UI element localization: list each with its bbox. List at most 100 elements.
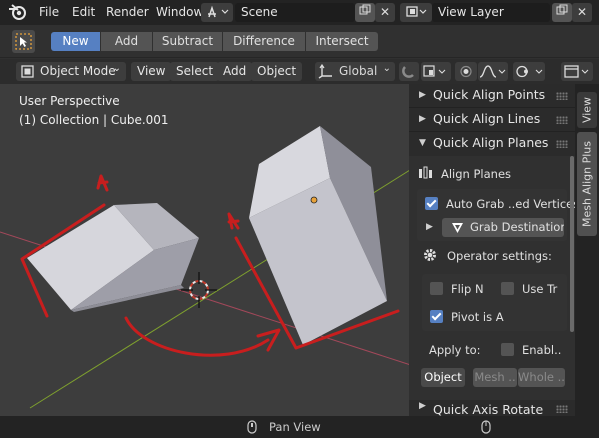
proportional-edit-icon: [460, 65, 472, 78]
mouse-middle-icon: [247, 420, 257, 434]
apply-object-button[interactable]: Object: [421, 368, 465, 387]
tab-mesh-align-plus[interactable]: Mesh Align Plus: [577, 132, 597, 236]
chevron-right-icon: ▶: [419, 90, 426, 100]
align-planes-icon: [419, 166, 432, 179]
grab-destination-button[interactable]: Grab Destination: [442, 218, 564, 237]
enable-label: Enabl..: [522, 343, 562, 357]
viewport-perspective-label: User Perspective: [19, 94, 120, 108]
tab-view[interactable]: View: [577, 92, 597, 128]
3d-cursor-icon[interactable]: [181, 272, 217, 308]
falloff-curve-icon: [479, 65, 506, 78]
use-tr-label: Use Tr: [522, 282, 558, 296]
view-layer-name-field[interactable]: View Layer: [432, 3, 550, 22]
select-tool-button[interactable]: [12, 30, 35, 53]
pivot-point-button[interactable]: [399, 62, 419, 81]
view-menu[interactable]: View: [131, 62, 172, 81]
mode-add-button[interactable]: Add: [101, 32, 152, 51]
magnet-icon: [402, 66, 414, 78]
quick-axis-rotate-header[interactable]: ▶ Quick Axis Rotate: [409, 400, 575, 417]
use-tr-checkbox[interactable]: [501, 282, 514, 295]
display-mode-dropdown[interactable]: [561, 62, 593, 81]
chevron-down-icon: ⌄: [112, 63, 121, 74]
menu-edit[interactable]: Edit: [72, 5, 95, 19]
panel-title: Quick Axis Rotate: [433, 402, 544, 417]
sidebar-scrollbar[interactable]: [570, 156, 574, 332]
mode-new-button[interactable]: New: [51, 32, 100, 51]
editor-type-icon: [564, 65, 589, 78]
apply-mesh-button[interactable]: Mesh ..: [473, 368, 517, 387]
transform-orientation-label: Global: [339, 64, 378, 78]
panel-title: Quick Align Lines: [433, 111, 541, 126]
new-scene-button[interactable]: [355, 3, 375, 22]
flip-n-label: Flip N: [451, 282, 484, 296]
view-layer-icon: [406, 6, 427, 17]
flip-n-checkbox[interactable]: [430, 282, 443, 295]
object-origin-dot: [310, 196, 318, 204]
drag-handle-icon[interactable]: [556, 116, 568, 124]
falloff-dropdown[interactable]: [478, 62, 508, 81]
status-hint: Pan View: [269, 420, 321, 434]
apply-whole-button[interactable]: Whole ..: [518, 368, 565, 387]
close-icon: ✕: [379, 5, 391, 19]
panel-quick-align-points[interactable]: ▶ Quick Align Points: [409, 84, 575, 108]
select-box-icon: [15, 33, 32, 50]
chevron-down-icon: ▼: [419, 138, 426, 148]
select-menu[interactable]: Select: [170, 62, 220, 81]
sidebar-tabs: View Mesh Align Plus: [575, 84, 599, 416]
snapping-dropdown[interactable]: [421, 62, 451, 81]
object-menu[interactable]: Object: [251, 62, 303, 81]
view-layer-selector-button[interactable]: [400, 3, 432, 22]
proportional-editing-button[interactable]: [455, 62, 477, 81]
new-view-layer-button[interactable]: [552, 3, 572, 22]
blender-logo-icon[interactable]: [7, 3, 27, 21]
mouse-icon: [481, 420, 491, 434]
drag-handle-icon[interactable]: [556, 405, 568, 413]
panel-quick-align-planes[interactable]: ▼ Quick Align Planes: [409, 132, 575, 156]
scene-icon: [208, 5, 229, 18]
snap-increment-icon: [423, 65, 446, 77]
drag-handle-icon[interactable]: [556, 140, 568, 148]
scene-selector-button[interactable]: [201, 3, 233, 22]
panel-title: Quick Align Planes: [433, 135, 549, 150]
gear-icon: [424, 249, 436, 261]
duplicate-icon: [359, 4, 371, 15]
top-bar: File Edit Render Window Scene ✕ View Lay…: [0, 0, 599, 25]
grab-triangle-icon: [452, 223, 463, 233]
mode-intersect-button[interactable]: Intersect: [306, 32, 378, 51]
delete-scene-button[interactable]: ✕: [375, 3, 395, 22]
auto-grab-label: Auto Grab ..ed Vertices: [446, 197, 580, 211]
add-menu[interactable]: Add: [217, 62, 253, 81]
sidebar-panel: ▶ Quick Align Points ▶ Quick Align Lines…: [409, 84, 579, 417]
object-mode-icon: [21, 65, 34, 78]
object-mode-label: Object Mode: [40, 64, 116, 78]
pivot-is-a-label: Pivot is A: [451, 310, 504, 324]
drag-handle-icon[interactable]: [556, 92, 568, 100]
left-cube[interactable]: [27, 203, 199, 312]
chevron-right-icon[interactable]: ▶: [426, 222, 433, 232]
mode-subtract-button[interactable]: Subtract: [153, 32, 222, 51]
scene-name-field[interactable]: Scene: [235, 3, 355, 22]
chevron-right-icon: ▶: [419, 114, 426, 124]
right-cube[interactable]: [249, 126, 387, 345]
mode-difference-button[interactable]: Difference: [223, 32, 305, 51]
axis-orientation-icon: [318, 64, 332, 79]
transform-orientation-dropdown[interactable]: Global ⌄: [315, 62, 395, 81]
duplicate-icon: [556, 4, 568, 15]
menu-render[interactable]: Render: [106, 5, 149, 19]
grab-destination-label: Grab Destination: [470, 220, 564, 234]
object-mode-dropdown[interactable]: Object Mode ⌄: [16, 62, 126, 81]
link-icon: [516, 65, 543, 78]
delete-view-layer-button[interactable]: ✕: [572, 3, 592, 22]
enable-checkbox[interactable]: [501, 343, 514, 356]
chevron-down-icon: ⌄: [382, 63, 391, 74]
panel-quick-align-lines[interactable]: ▶ Quick Align Lines: [409, 108, 575, 132]
pivot-is-a-checkbox[interactable]: [430, 310, 443, 323]
menu-window[interactable]: Window: [156, 5, 203, 19]
status-bar: Pan View: [0, 416, 599, 438]
align-planes-label: Align Planes: [441, 167, 512, 181]
auto-grab-checkbox[interactable]: [425, 197, 438, 210]
chevron-right-icon: ▶: [419, 401, 426, 411]
menu-file[interactable]: File: [39, 5, 59, 19]
overlay-dropdown[interactable]: [513, 62, 545, 81]
apply-to-label: Apply to:: [429, 343, 481, 357]
